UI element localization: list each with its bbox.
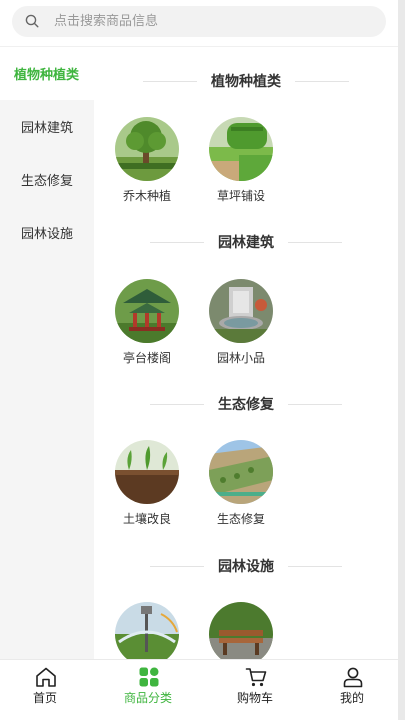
section-title-text: 园林设施 (218, 559, 274, 575)
irrigation-image (115, 602, 179, 659)
tab-label: 我的 (339, 691, 364, 705)
category-icon (139, 667, 159, 687)
product-item-eco-restoration[interactable]: 生态修复 (205, 440, 277, 526)
section-title: 生态修复 (94, 393, 398, 415)
tab-category[interactable]: 商品分类 (103, 660, 193, 720)
tab-profile[interactable]: 我的 (307, 660, 397, 720)
product-item-irrigation[interactable] (111, 602, 183, 659)
product-label: 园林小品 (216, 351, 265, 365)
sidebar-item-label: 生态修复 (20, 174, 73, 189)
category-page: 点击搜索商品信息 植物种植类 园林建筑 生态修复 园林设施 植物种植类 乔木种植… (0, 0, 398, 720)
product-item-pavilion[interactable]: 亭台楼阁 (111, 279, 183, 365)
tab-label: 商品分类 (123, 691, 172, 705)
search-bar: 点击搜索商品信息 (0, 0, 398, 47)
product-item-bench[interactable] (205, 602, 277, 659)
tab-label: 购物车 (236, 691, 273, 705)
lawn-laying-image (209, 117, 273, 181)
sidebar-item-label: 植物种植类 (14, 68, 80, 83)
product-item-soil[interactable]: 土壤改良 (111, 440, 183, 526)
user-icon (343, 667, 363, 688)
sidebar-item-label: 园林设施 (20, 227, 73, 242)
search-placeholder: 点击搜索商品信息 (54, 14, 159, 29)
garden-ornament-image (209, 279, 273, 343)
sidebar-item-building[interactable]: 园林建筑 (0, 100, 94, 153)
soil-improvement-image (115, 440, 179, 504)
tree-planting-image (115, 117, 179, 181)
product-label: 乔木种植 (122, 189, 171, 203)
product-item-tree-planting[interactable]: 乔木种植 (111, 117, 183, 203)
section-title: 植物种植类 (94, 70, 398, 92)
product-label: 生态修复 (216, 512, 265, 526)
home-icon (36, 667, 56, 687)
category-content: 植物种植类 乔木种植 草坪铺设 园林建筑 亭台楼阁 园林小品 生态修复 土壤改良… (94, 47, 398, 659)
sidebar-item-plant[interactable]: 植物种植类 (0, 47, 94, 100)
page-scrollbar[interactable] (398, 0, 405, 720)
cart-icon (245, 668, 267, 687)
sidebar-item-facilities[interactable]: 园林设施 (0, 206, 94, 259)
section-title: 园林设施 (94, 555, 398, 577)
tab-home[interactable]: 首页 (0, 660, 90, 720)
garden-bench-image (209, 602, 273, 659)
product-item-lawn[interactable]: 草坪铺设 (205, 117, 277, 203)
pavilion-image (115, 279, 179, 343)
bottom-tab-bar: 首页 商品分类 购物车 我的 (0, 659, 398, 720)
product-item-garden-ornament[interactable]: 园林小品 (205, 279, 277, 365)
section-title-text: 植物种植类 (211, 74, 281, 90)
search-icon (25, 14, 39, 28)
tab-label: 首页 (32, 691, 57, 705)
section-title-text: 生态修复 (218, 397, 274, 413)
product-label: 草坪铺设 (216, 189, 265, 203)
section-title: 园林建筑 (94, 231, 398, 253)
category-sidebar: 植物种植类 园林建筑 生态修复 园林设施 (0, 47, 94, 659)
sidebar-item-restoration[interactable]: 生态修复 (0, 153, 94, 206)
sidebar-item-label: 园林建筑 (20, 121, 73, 136)
eco-restoration-image (209, 440, 273, 504)
tab-cart[interactable]: 购物车 (210, 660, 300, 720)
product-label: 土壤改良 (122, 512, 171, 526)
section-title-text: 园林建筑 (218, 235, 274, 251)
product-label: 亭台楼阁 (122, 351, 171, 365)
search-input[interactable]: 点击搜索商品信息 (12, 6, 386, 37)
